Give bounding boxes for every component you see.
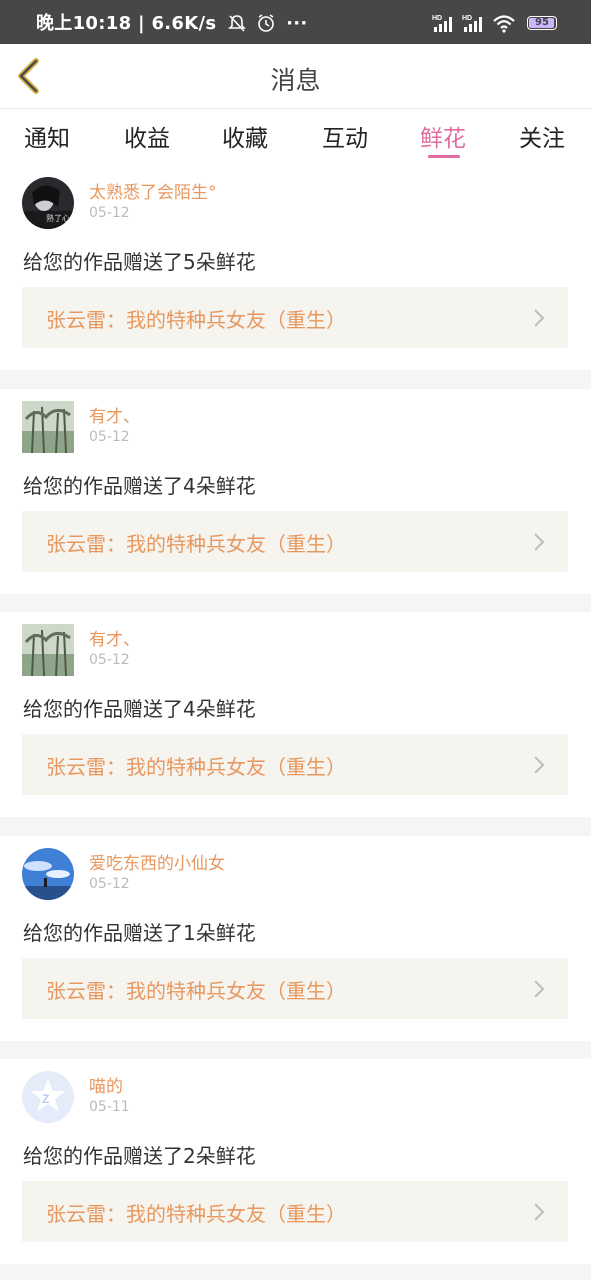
tab-follow[interactable]: 关注	[519, 119, 565, 153]
message-card: Z 喵的 05-11 给您的作品赠送了2朵鲜花 张云雷：我的特种兵女友（重生）	[0, 1059, 591, 1264]
work-link[interactable]: 张云雷：我的特种兵女友（重生）	[22, 287, 568, 348]
avatar[interactable]: 熟了心	[22, 177, 74, 229]
chevron-right-icon	[534, 1203, 545, 1221]
message-card: 有才、 05-12 给您的作品赠送了4朵鲜花 张云雷：我的特种兵女友（重生）	[0, 612, 591, 817]
battery-level: 95	[535, 16, 549, 28]
avatar[interactable]	[22, 624, 74, 676]
tab-bar: 通知 收益 收藏 互动 鲜花 关注	[0, 109, 591, 165]
message-text: 给您的作品赠送了2朵鲜花	[23, 1144, 256, 1168]
mute-bell-icon	[228, 15, 246, 32]
message-text: 给您的作品赠送了4朵鲜花	[23, 697, 256, 721]
message-card: 有才、 05-12 给您的作品赠送了4朵鲜花 张云雷：我的特种兵女友（重生）	[0, 389, 591, 594]
wifi-icon	[493, 14, 515, 33]
chevron-right-icon	[534, 533, 545, 551]
avatar[interactable]: Z	[22, 1071, 74, 1123]
avatar[interactable]	[22, 401, 74, 453]
svg-text:Z: Z	[42, 1092, 49, 1106]
work-title: 张云雷：我的特种兵女友（重生）	[46, 532, 346, 556]
work-title: 张云雷：我的特种兵女友（重生）	[46, 755, 346, 779]
message-date: 05-12	[89, 429, 130, 445]
tab-earnings[interactable]: 收益	[124, 119, 170, 153]
message-text: 给您的作品赠送了1朵鲜花	[23, 921, 256, 945]
status-right: HD HD 95	[432, 12, 557, 34]
work-link[interactable]: 张云雷：我的特种兵女友（重生）	[22, 958, 568, 1019]
work-title: 张云雷：我的特种兵女友（重生）	[46, 979, 346, 1003]
signal-hd-label: HD	[432, 15, 442, 22]
sender-name[interactable]: 有才、	[89, 402, 140, 427]
signal-hd-label-2: HD	[462, 15, 472, 22]
work-title: 张云雷：我的特种兵女友（重生）	[46, 1202, 346, 1226]
message-date: 05-12	[89, 205, 130, 221]
message-card: 熟了心 太熟悉了会陌生° 05-12 给您的作品赠送了5朵鲜花 张云雷：我的特种…	[0, 165, 591, 370]
sender-name[interactable]: 喵的	[89, 1072, 123, 1097]
message-date: 05-12	[89, 876, 130, 892]
work-link[interactable]: 张云雷：我的特种兵女友（重生）	[22, 734, 568, 795]
network-speed: 6.6K/s	[151, 13, 217, 34]
more-dots: ···	[286, 13, 308, 34]
message-text: 给您的作品赠送了5朵鲜花	[23, 250, 256, 274]
status-left: 晚上10:18 | 6.6K/s ···	[36, 13, 308, 34]
tab-notifications[interactable]: 通知	[24, 119, 70, 153]
signal-icon-2: HD	[462, 15, 482, 32]
signal-icon: HD	[432, 15, 452, 32]
page-title: 消息	[270, 66, 321, 95]
work-link[interactable]: 张云雷：我的特种兵女友（重生）	[22, 1181, 568, 1242]
battery-icon: 95	[527, 15, 557, 30]
message-card: 爱吃东西的小仙女 05-12 给您的作品赠送了1朵鲜花 张云雷：我的特种兵女友（…	[0, 836, 591, 1041]
message-text: 给您的作品赠送了4朵鲜花	[23, 474, 256, 498]
tab-active-indicator	[428, 155, 460, 158]
sender-name[interactable]: 太熟悉了会陌生°	[89, 178, 217, 203]
message-date: 05-12	[89, 652, 130, 668]
work-link[interactable]: 张云雷：我的特种兵女友（重生）	[22, 511, 568, 572]
tab-flowers[interactable]: 鲜花	[420, 119, 466, 153]
chevron-right-icon	[534, 309, 545, 327]
avatar[interactable]	[22, 848, 74, 900]
avatar-caption: 熟了心	[46, 213, 70, 223]
work-title: 张云雷：我的特种兵女友（重生）	[46, 308, 346, 332]
sender-name[interactable]: 有才、	[89, 625, 140, 650]
sender-name[interactable]: 爱吃东西的小仙女	[89, 849, 225, 874]
status-time: 晚上10:18	[36, 13, 132, 34]
tab-interactions[interactable]: 互动	[322, 119, 368, 153]
app-header: 消息	[0, 44, 591, 109]
message-date: 05-11	[89, 1099, 130, 1115]
chevron-right-icon	[534, 756, 545, 774]
status-bar: 晚上10:18 | 6.6K/s ··· HD HD 95	[0, 0, 591, 44]
chevron-right-icon	[534, 980, 545, 998]
tab-favorites[interactable]: 收藏	[222, 119, 268, 153]
alarm-icon	[257, 14, 274, 32]
